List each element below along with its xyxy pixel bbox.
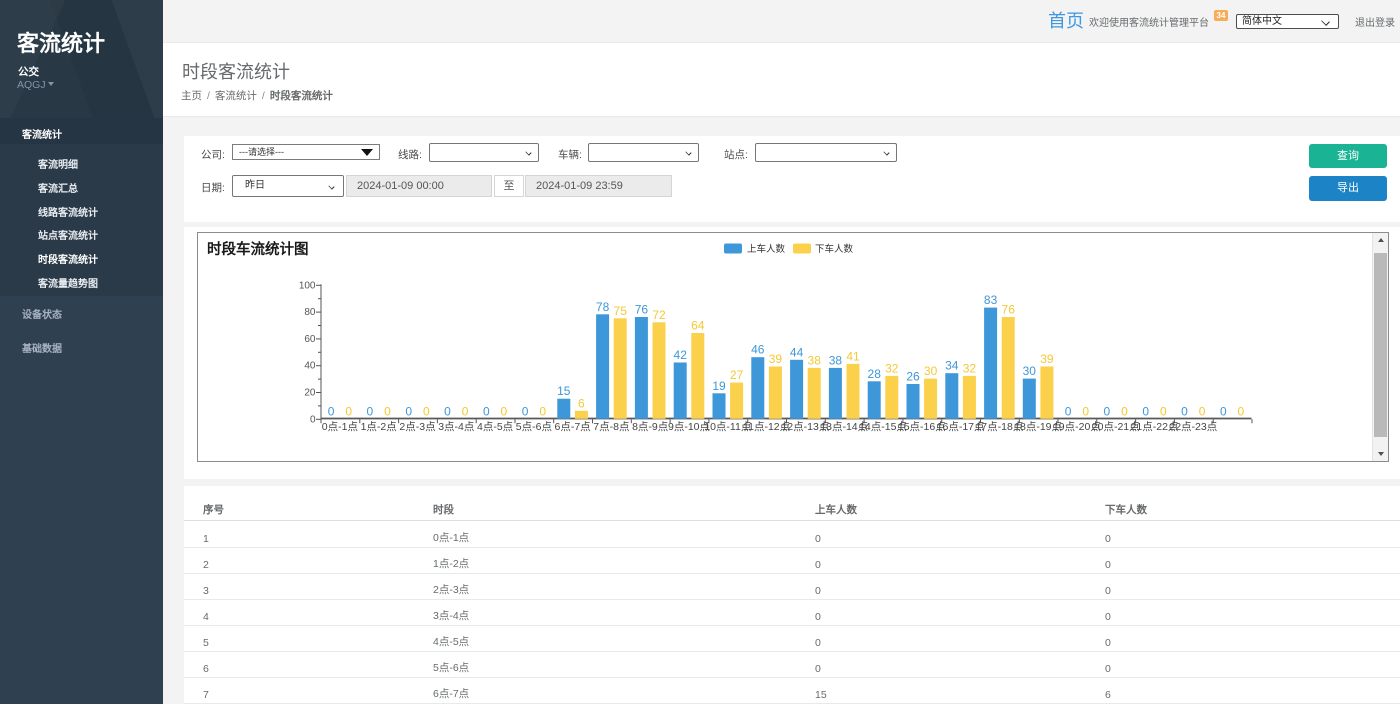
svg-text:0: 0	[1142, 404, 1149, 418]
svg-text:15: 15	[557, 384, 571, 398]
svg-text:0: 0	[310, 414, 316, 425]
svg-text:8点-9点: 8点-9点	[632, 421, 668, 433]
svg-text:7点-8点: 7点-8点	[593, 421, 629, 433]
svg-text:41: 41	[846, 349, 860, 363]
svg-text:75: 75	[614, 304, 628, 318]
svg-text:19: 19	[712, 379, 726, 393]
svg-text:0: 0	[1199, 404, 1206, 418]
svg-text:83: 83	[984, 293, 998, 307]
svg-text:0: 0	[522, 404, 529, 418]
svg-text:39: 39	[1040, 352, 1054, 366]
svg-text:0: 0	[1065, 404, 1072, 418]
svg-text:64: 64	[691, 319, 705, 333]
svg-text:0: 0	[1238, 404, 1245, 418]
svg-text:60: 60	[304, 334, 316, 345]
svg-text:80: 80	[304, 307, 316, 318]
svg-text:0: 0	[1082, 404, 1089, 418]
svg-text:0: 0	[462, 404, 469, 418]
svg-text:0: 0	[405, 404, 412, 418]
svg-text:26: 26	[906, 370, 920, 384]
svg-text:0: 0	[367, 404, 374, 418]
svg-text:0: 0	[1220, 404, 1227, 418]
svg-text:32: 32	[885, 361, 899, 375]
svg-text:0: 0	[384, 404, 391, 418]
svg-text:42: 42	[674, 348, 688, 362]
svg-text:2点-3点: 2点-3点	[399, 421, 435, 433]
svg-text:40: 40	[304, 361, 316, 372]
svg-text:44: 44	[790, 345, 804, 359]
svg-text:34: 34	[945, 359, 959, 373]
svg-text:78: 78	[596, 300, 610, 314]
svg-text:28: 28	[868, 367, 882, 381]
svg-text:76: 76	[635, 303, 649, 317]
svg-text:38: 38	[829, 353, 843, 367]
svg-text:0: 0	[539, 404, 546, 418]
svg-text:时段车流统计图: 时段车流统计图	[207, 240, 309, 258]
svg-text:30: 30	[924, 364, 938, 378]
svg-text:0: 0	[345, 404, 352, 418]
svg-text:上车人数: 上车人数	[747, 243, 786, 255]
svg-text:下车人数: 下车人数	[815, 243, 854, 255]
svg-text:30: 30	[1023, 364, 1037, 378]
svg-text:0: 0	[1160, 404, 1167, 418]
svg-text:0: 0	[328, 404, 335, 418]
svg-text:20: 20	[304, 388, 316, 399]
svg-text:100: 100	[299, 280, 316, 291]
svg-text:0: 0	[501, 404, 508, 418]
svg-text:3点-4点: 3点-4点	[438, 421, 474, 433]
svg-text:0: 0	[1104, 404, 1111, 418]
svg-text:1点-2点: 1点-2点	[361, 421, 397, 433]
svg-text:27: 27	[730, 368, 744, 382]
svg-text:0: 0	[483, 404, 490, 418]
svg-text:0: 0	[1181, 404, 1188, 418]
svg-text:6点-7点: 6点-7点	[555, 421, 591, 433]
svg-text:39: 39	[769, 352, 783, 366]
svg-text:22点-23点: 22点-23点	[1169, 421, 1217, 433]
svg-text:0: 0	[444, 404, 451, 418]
svg-text:0: 0	[1121, 404, 1128, 418]
svg-text:72: 72	[652, 308, 666, 322]
svg-text:76: 76	[1002, 303, 1016, 317]
svg-text:5点-6点: 5点-6点	[516, 421, 552, 433]
svg-text:32: 32	[963, 361, 977, 375]
svg-text:38: 38	[808, 353, 822, 367]
svg-text:4点-5点: 4点-5点	[477, 421, 513, 433]
svg-text:0点-1点: 0点-1点	[322, 421, 358, 433]
svg-text:46: 46	[751, 343, 765, 357]
svg-text:6: 6	[578, 396, 585, 410]
svg-text:0: 0	[423, 404, 430, 418]
